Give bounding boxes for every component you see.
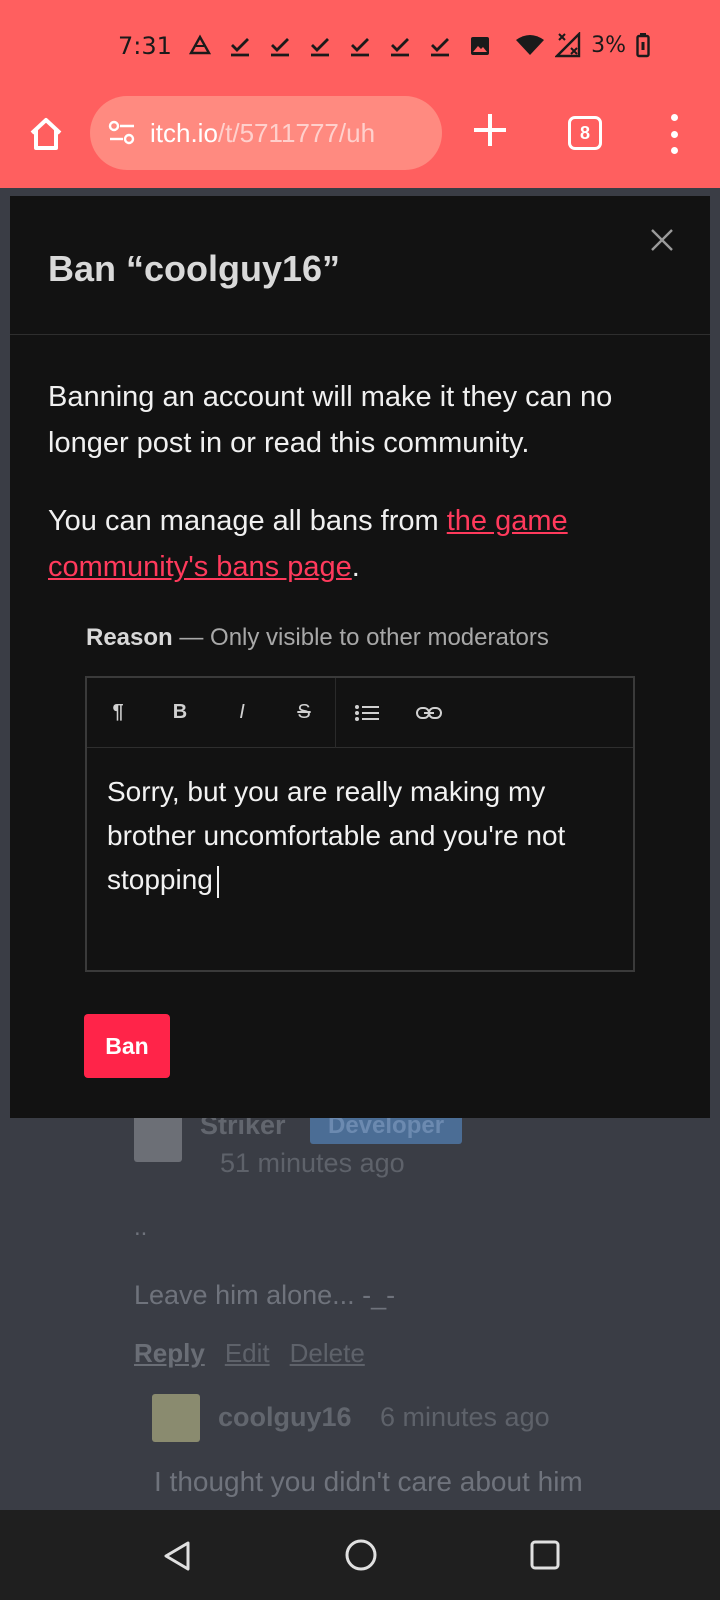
paragraph-button[interactable]: ¶: [87, 678, 149, 748]
home-nav-icon[interactable]: [344, 1538, 378, 1572]
home-icon[interactable]: [26, 114, 66, 154]
more-menu-icon[interactable]: [666, 114, 682, 154]
dialog-title: Ban “coolguy16”: [48, 248, 341, 289]
edit-link[interactable]: Edit: [225, 1338, 270, 1369]
battery-percent: 3%: [591, 32, 626, 58]
reason-editor: ¶ B I S Sorry, but you are really making…: [85, 676, 635, 972]
ban-dialog: Ban “coolguy16” Banning an account will …: [10, 196, 710, 1118]
status-time: 7:31: [118, 32, 172, 60]
bullet-list-icon: [355, 704, 379, 721]
system-nav-bar: [0, 1510, 720, 1600]
reason-input[interactable]: Sorry, but you are really making my brot…: [107, 770, 617, 902]
text-caret: [216, 865, 219, 898]
reply-time: 6 minutes ago: [380, 1402, 550, 1432]
browser-toolbar: itch.io/t/5711777/uh 8: [0, 96, 720, 188]
ban-button[interactable]: Ban: [84, 1014, 170, 1078]
reply-text: I thought you didn't care about him: [154, 1466, 583, 1497]
close-icon[interactable]: [650, 228, 674, 252]
editor-toolbar: ¶ B I S: [87, 677, 633, 748]
reason-title: Reason: [86, 624, 173, 651]
comment-line-2: Leave him alone... -_-: [134, 1280, 396, 1310]
check-icon: [231, 38, 249, 57]
tabs-icon[interactable]: 8: [568, 116, 602, 150]
comment-line-1: ..: [134, 1214, 148, 1241]
battery-icon: [636, 33, 650, 58]
check-icon: [391, 38, 409, 57]
wifi-icon: [516, 35, 545, 55]
status-right: 3%: [515, 32, 650, 58]
note-suffix: .: [351, 551, 360, 583]
check-icon: [271, 38, 289, 57]
reason-text: Sorry, but you are really making my brot…: [107, 776, 566, 895]
no-signal-icon: [555, 32, 581, 58]
check-icon: [351, 38, 369, 57]
check-icon: [311, 38, 329, 57]
image-icon: [471, 37, 489, 55]
drive-icon: [188, 34, 212, 55]
url-bar[interactable]: itch.io/t/5711777/uh: [90, 96, 442, 170]
link-button[interactable]: [398, 678, 460, 748]
bullet-list-button[interactable]: [336, 678, 398, 748]
url-domain: itch.io: [150, 117, 218, 148]
reply-avatar: [152, 1394, 200, 1442]
reply-link[interactable]: Reply: [134, 1338, 205, 1369]
avatar: [134, 1114, 182, 1162]
ban-description: Banning an account will make it they can…: [48, 381, 613, 459]
back-icon[interactable]: [162, 1540, 194, 1572]
reply-author: coolguy16: [218, 1402, 352, 1432]
strikethrough-button[interactable]: S: [273, 678, 335, 748]
url-path: /t/5711777/uh: [217, 117, 376, 148]
check-icon: [431, 38, 449, 57]
divider: [10, 334, 710, 335]
notification-icons: [188, 34, 492, 58]
recent-apps-icon[interactable]: [530, 1540, 560, 1570]
status-bar: 7:31 3%: [0, 0, 720, 96]
bold-button[interactable]: B: [149, 678, 211, 748]
reason-hint: — Only visible to other moderators: [172, 624, 549, 651]
reason-label: Reason — Only visible to other moderator…: [86, 624, 549, 652]
delete-link[interactable]: Delete: [290, 1338, 365, 1369]
italic-button[interactable]: I: [211, 678, 273, 748]
site-settings-icon[interactable]: [108, 120, 136, 146]
comment-actions: Reply Edit Delete: [134, 1338, 365, 1369]
new-tab-icon[interactable]: [470, 110, 510, 150]
link-icon: [416, 706, 442, 719]
note-prefix: You can manage all bans from: [48, 505, 447, 537]
comment-time: 51 minutes ago: [220, 1148, 405, 1178]
bans-page-note: You can manage all bans from the game co…: [48, 498, 668, 590]
